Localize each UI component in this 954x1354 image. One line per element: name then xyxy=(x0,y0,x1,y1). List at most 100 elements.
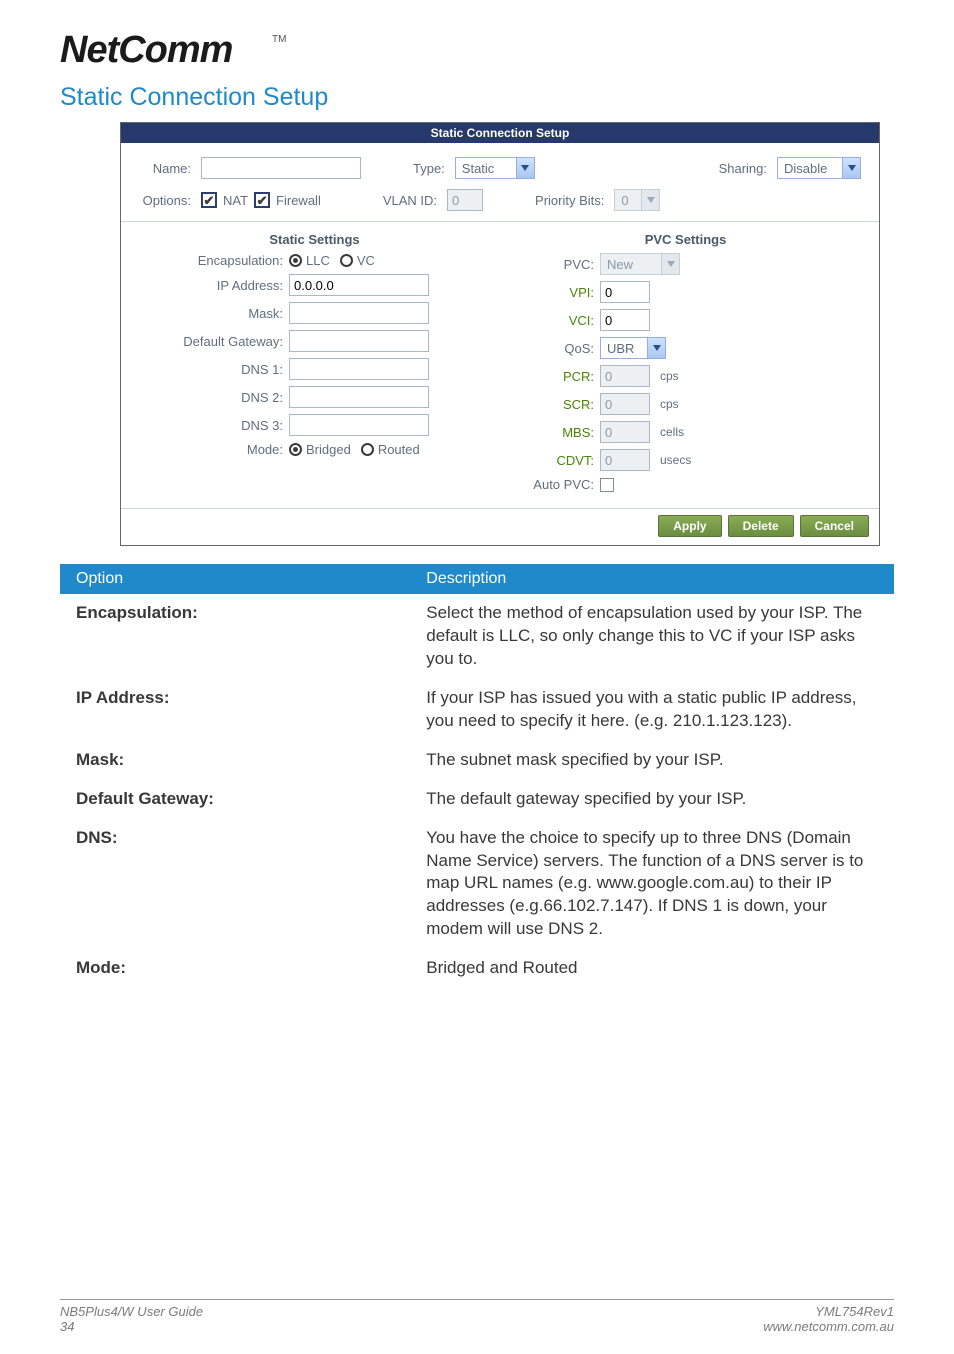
autopvc-label: Auto PVC: xyxy=(510,477,600,492)
scr-unit: cps xyxy=(660,397,679,411)
vci-label: VCI: xyxy=(510,313,600,328)
mask-label: Mask: xyxy=(139,306,289,321)
pbits-label: Priority Bits: xyxy=(535,193,608,208)
option-desc: The subnet mask specified by your ISP. xyxy=(410,741,894,780)
cancel-button[interactable]: Cancel xyxy=(800,515,869,537)
firewall-label: Firewall xyxy=(276,193,321,208)
mode-label: Mode: xyxy=(139,442,289,457)
nat-checkbox[interactable]: ✔ xyxy=(201,192,217,208)
scr-label: SCR: xyxy=(510,397,600,412)
option-header: Option xyxy=(60,564,410,594)
qos-value: UBR xyxy=(607,341,634,356)
mode-bridged-text: Bridged xyxy=(306,442,351,457)
ip-input[interactable] xyxy=(289,274,429,296)
gateway-label: Default Gateway: xyxy=(139,334,289,349)
cdvt-label: CDVT: xyxy=(510,453,600,468)
chevron-down-icon xyxy=(842,158,860,178)
mask-input[interactable] xyxy=(289,302,429,324)
option-name: DNS: xyxy=(60,819,410,950)
option-desc: If your ISP has issued you with a static… xyxy=(410,679,894,741)
delete-button[interactable]: Delete xyxy=(728,515,794,537)
encaps-label: Encapsulation: xyxy=(139,253,289,268)
table-row: DNS: You have the choice to specify up t… xyxy=(60,819,894,950)
svg-text:NetComm: NetComm xyxy=(60,29,233,71)
encaps-llc-text: LLC xyxy=(306,253,330,268)
check-icon: ✔ xyxy=(257,194,268,207)
gateway-input[interactable] xyxy=(289,330,429,352)
name-label: Name: xyxy=(139,161,195,176)
nat-label: NAT xyxy=(223,193,248,208)
mode-routed-text: Routed xyxy=(378,442,420,457)
dns1-label: DNS 1: xyxy=(139,362,289,377)
option-name: Mode: xyxy=(60,949,410,988)
footer-url: www.netcomm.com.au xyxy=(763,1319,894,1334)
svg-text:TM: TM xyxy=(272,34,286,45)
vlan-label: VLAN ID: xyxy=(383,193,441,208)
option-desc: Bridged and Routed xyxy=(410,949,894,988)
pcr-input xyxy=(600,365,650,387)
option-desc: Select the method of encapsulation used … xyxy=(410,594,894,679)
table-row: Encapsulation: Select the method of enca… xyxy=(60,594,894,679)
mbs-input xyxy=(600,421,650,443)
cdvt-unit: usecs xyxy=(660,453,691,467)
pvc-settings-heading: PVC Settings xyxy=(510,232,861,247)
vpi-input[interactable] xyxy=(600,281,650,303)
pvc-label: PVC: xyxy=(510,257,600,272)
pvc-value: New xyxy=(607,257,633,272)
table-row: Default Gateway: The default gateway spe… xyxy=(60,780,894,819)
mode-routed-radio[interactable] xyxy=(361,443,374,456)
encaps-vc-radio[interactable] xyxy=(340,254,353,267)
name-input[interactable] xyxy=(201,157,361,179)
scr-input xyxy=(600,393,650,415)
option-name: IP Address: xyxy=(60,679,410,741)
mbs-unit: cells xyxy=(660,425,684,439)
option-name: Mask: xyxy=(60,741,410,780)
option-desc: You have the choice to specify up to thr… xyxy=(410,819,894,950)
ip-label: IP Address: xyxy=(139,278,289,293)
vlan-input xyxy=(447,189,483,211)
mode-bridged-radio[interactable] xyxy=(289,443,302,456)
apply-button[interactable]: Apply xyxy=(658,515,721,537)
pcr-unit: cps xyxy=(660,369,679,383)
type-value: Static xyxy=(462,161,495,176)
chevron-down-icon xyxy=(647,338,665,358)
type-label: Type: xyxy=(413,161,449,176)
dns2-input[interactable] xyxy=(289,386,429,408)
chevron-down-icon xyxy=(661,254,679,274)
type-select[interactable]: Static xyxy=(455,157,535,179)
table-row: Mask: The subnet mask specified by your … xyxy=(60,741,894,780)
chevron-down-icon xyxy=(641,190,659,210)
encaps-llc-radio[interactable] xyxy=(289,254,302,267)
table-row: Mode: Bridged and Routed xyxy=(60,949,894,988)
netcomm-logo-icon: NetComm TM xyxy=(60,28,300,72)
table-row: IP Address: If your ISP has issued you w… xyxy=(60,679,894,741)
page-footer: NB5Plus4/W User Guide 34 YML754Rev1 www.… xyxy=(60,1299,894,1334)
firewall-checkbox[interactable]: ✔ xyxy=(254,192,270,208)
encaps-vc-text: VC xyxy=(357,253,375,268)
section-title: Static Connection Setup xyxy=(60,83,894,112)
options-label: Options: xyxy=(139,193,195,208)
static-settings-heading: Static Settings xyxy=(139,232,490,247)
check-icon: ✔ xyxy=(204,194,215,207)
option-name: Default Gateway: xyxy=(60,780,410,819)
qos-select[interactable]: UBR xyxy=(600,337,666,359)
vpi-label: VPI: xyxy=(510,285,600,300)
sharing-label: Sharing: xyxy=(719,161,771,176)
autopvc-checkbox[interactable] xyxy=(600,478,614,492)
brand-logo: NetComm TM xyxy=(60,28,894,81)
footer-page: 34 xyxy=(60,1319,203,1334)
pbits-select: 0 xyxy=(614,189,660,211)
dns3-input[interactable] xyxy=(289,414,429,436)
mbs-label: MBS: xyxy=(510,425,600,440)
dns1-input[interactable] xyxy=(289,358,429,380)
pcr-label: PCR: xyxy=(510,369,600,384)
chevron-down-icon xyxy=(516,158,534,178)
sharing-select[interactable]: Disable xyxy=(777,157,861,179)
vci-input[interactable] xyxy=(600,309,650,331)
options-table: Option Description Encapsulation: Select… xyxy=(60,564,894,988)
footer-guide: NB5Plus4/W User Guide xyxy=(60,1304,203,1319)
static-connection-panel: Static Connection Setup Name: Type: Stat… xyxy=(120,122,880,546)
option-name: Encapsulation: xyxy=(60,594,410,679)
pbits-value: 0 xyxy=(621,193,628,208)
sharing-value: Disable xyxy=(784,161,827,176)
